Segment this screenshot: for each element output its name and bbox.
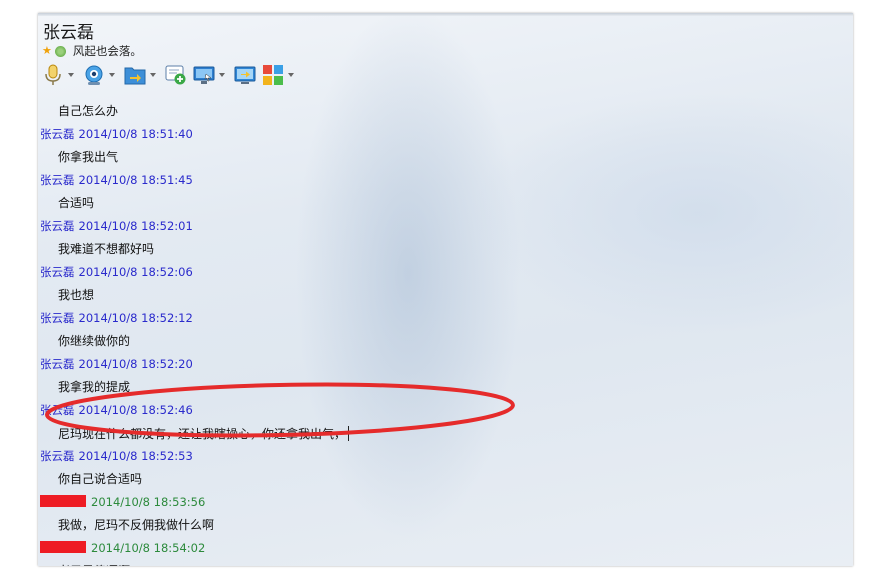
chat-log[interactable]: 自己怎么办 张云磊 2014/10/8 18:51:40 你拿我出气 张云磊 2014/1… <box>38 91 853 566</box>
remote-desktop-button[interactable] <box>193 63 228 87</box>
message-sender[interactable]: 张云磊 <box>40 265 75 279</box>
message-sender[interactable]: 张云磊 <box>40 127 75 141</box>
message-meta: 张云磊 2014/10/8 18:52:06 <box>40 265 193 279</box>
voice-dropdown-icon[interactable] <box>68 73 74 77</box>
message-text-content: 我难道不想都好吗 <box>58 242 155 256</box>
message-meta: 2014/10/8 18:54:02 <box>40 541 205 555</box>
send-file-dropdown-icon[interactable] <box>150 73 156 77</box>
chat-toolbar <box>42 63 303 87</box>
message-text: 你继续做你的 <box>58 334 130 348</box>
message-item: 张云磊 2014/10/8 18:52:01 我难道不想都好吗 <box>40 216 740 262</box>
apps-button[interactable] <box>262 63 297 87</box>
chat-window: 张云磊 ★ 风起也会落。 自己怎么办 张云磊 2014/10/8 18:51:4… <box>38 13 853 566</box>
message-text: 尼玛现在什么都没有，还让我瞎操心，你还拿我出气， <box>58 426 350 441</box>
message-item: 张云磊 2014/10/8 18:51:40 你拿我出气 <box>40 124 740 170</box>
message-meta: 张云磊 2014/10/8 18:52:46 <box>40 403 193 417</box>
message-meta: 张云磊 2014/10/8 18:52:12 <box>40 311 193 325</box>
message-time: 2014/10/8 18:52:01 <box>78 219 193 233</box>
message-item: 2014/10/8 18:53:56 我做，尼玛不反佣我做什么啊 <box>40 492 740 538</box>
voice-button[interactable] <box>42 63 77 87</box>
add-conversation-button[interactable] <box>165 63 187 87</box>
screen-share-button[interactable] <box>234 63 256 87</box>
message-text-content: 你自己说合适吗 <box>58 472 143 486</box>
message-text-content: 自己怎么办 <box>58 104 119 118</box>
message-text-content: 你继续做你的 <box>58 334 131 348</box>
message-text: 你自己说合适吗 <box>58 472 142 486</box>
message-item: 张云磊 2014/10/8 18:52:06 我也想 <box>40 262 740 308</box>
message-meta: 张云磊 2014/10/8 18:52:20 <box>40 357 193 371</box>
remote-desktop-dropdown-icon[interactable] <box>219 73 225 77</box>
message-time: 2014/10/8 18:51:45 <box>78 173 193 187</box>
message-sender[interactable]: 张云磊 <box>40 173 75 187</box>
message-text: 你拿我出气 <box>58 150 118 164</box>
message-text: 我难道不想都好吗 <box>58 242 154 256</box>
message-text-content: 合适吗 <box>58 196 95 210</box>
message-sender[interactable]: 张云磊 <box>40 449 75 463</box>
message-meta: 2014/10/8 18:53:56 <box>40 495 205 509</box>
message-text-content: 我做，尼玛不反佣我做什么啊 <box>58 518 215 532</box>
message-time: 2014/10/8 18:52:06 <box>78 265 193 279</box>
message-time: 2014/10/8 18:52:53 <box>78 449 193 463</box>
message-time: 2014/10/8 18:52:46 <box>78 403 193 417</box>
message-item: 张云磊 2014/10/8 18:51:45 合适吗 <box>40 170 740 216</box>
send-file-button[interactable] <box>124 63 159 87</box>
remote-desktop-icon <box>193 66 215 84</box>
chat-header: 张云磊 ★ 风起也会落。 <box>38 13 853 91</box>
message-text: 我做，尼玛不反佣我做什么啊 <box>58 518 214 532</box>
message-sender[interactable]: 张云磊 <box>40 357 75 371</box>
status-row: ★ 风起也会落。 <box>42 43 142 59</box>
message-text: 我也想 <box>58 288 94 302</box>
signature-text: 风起也会落。 <box>72 44 142 58</box>
video-dropdown-icon[interactable] <box>109 73 115 77</box>
message-time: 2014/10/8 18:54:02 <box>91 541 206 555</box>
webcam-icon <box>85 65 103 85</box>
video-button[interactable] <box>83 63 118 87</box>
apps-dropdown-icon[interactable] <box>288 73 294 77</box>
message-meta: 张云磊 2014/10/8 18:51:45 <box>40 173 193 187</box>
message-time: 2014/10/8 18:52:12 <box>78 311 193 325</box>
message-text-content: 你拿我出气 <box>58 150 119 164</box>
contact-name[interactable]: 张云磊 <box>43 18 94 43</box>
screen-share-icon <box>234 66 256 84</box>
send-file-icon <box>124 67 146 85</box>
message-item: 2014/10/8 18:54:02 老子是傻逼啊 <box>40 538 740 566</box>
signal-icon <box>54 45 66 57</box>
message-text: 我拿我的提成 <box>58 380 130 394</box>
message-meta: 张云磊 2014/10/8 18:52:53 <box>40 449 193 463</box>
text-cursor <box>348 426 350 441</box>
message-meta: 张云磊 2014/10/8 18:52:01 <box>40 219 193 233</box>
message-text-content: 我也想 <box>58 288 95 302</box>
add-conversation-icon <box>165 65 186 85</box>
message-text-content: 我拿我的提成 <box>58 380 131 394</box>
redacted-sender-name <box>40 541 86 553</box>
message-text-content: 尼玛现在什么都没有，还让我瞎操心，你还拿我出气， <box>58 427 347 441</box>
message-item: 自己怎么办 <box>40 91 740 124</box>
message-sender[interactable]: 张云磊 <box>40 311 75 325</box>
message-list: 自己怎么办 张云磊 2014/10/8 18:51:40 你拿我出气 张云磊 2014/1… <box>40 91 740 566</box>
message-item: 张云磊 2014/10/8 18:52:12 你继续做你的 <box>40 308 740 354</box>
message-text: 合适吗 <box>58 196 94 210</box>
microphone-icon <box>45 64 61 85</box>
message-item: 张云磊 2014/10/8 18:52:20 我拿我的提成 <box>40 354 740 400</box>
message-time: 2014/10/8 18:51:40 <box>78 127 193 141</box>
message-text-content: 老子是傻逼啊 <box>58 564 130 566</box>
message-item: 张云磊 2014/10/8 18:52:46 尼玛现在什么都没有，还让我瞎操心，你还… <box>40 400 740 446</box>
message-item: 张云磊 2014/10/8 18:52:53 你自己说合适吗 <box>40 446 740 492</box>
message-sender[interactable]: 张云磊 <box>40 403 75 417</box>
message-text: 老子是傻逼啊 <box>58 564 130 566</box>
apps-icon <box>263 65 283 85</box>
redacted-sender-name <box>40 495 86 507</box>
star-icon: ★ <box>42 44 52 57</box>
message-time: 2014/10/8 18:52:20 <box>78 357 193 371</box>
message-sender[interactable]: 张云磊 <box>40 219 75 233</box>
message-time: 2014/10/8 18:53:56 <box>91 495 206 509</box>
message-text: 自己怎么办 <box>58 104 118 118</box>
message-meta: 张云磊 2014/10/8 18:51:40 <box>40 127 193 141</box>
